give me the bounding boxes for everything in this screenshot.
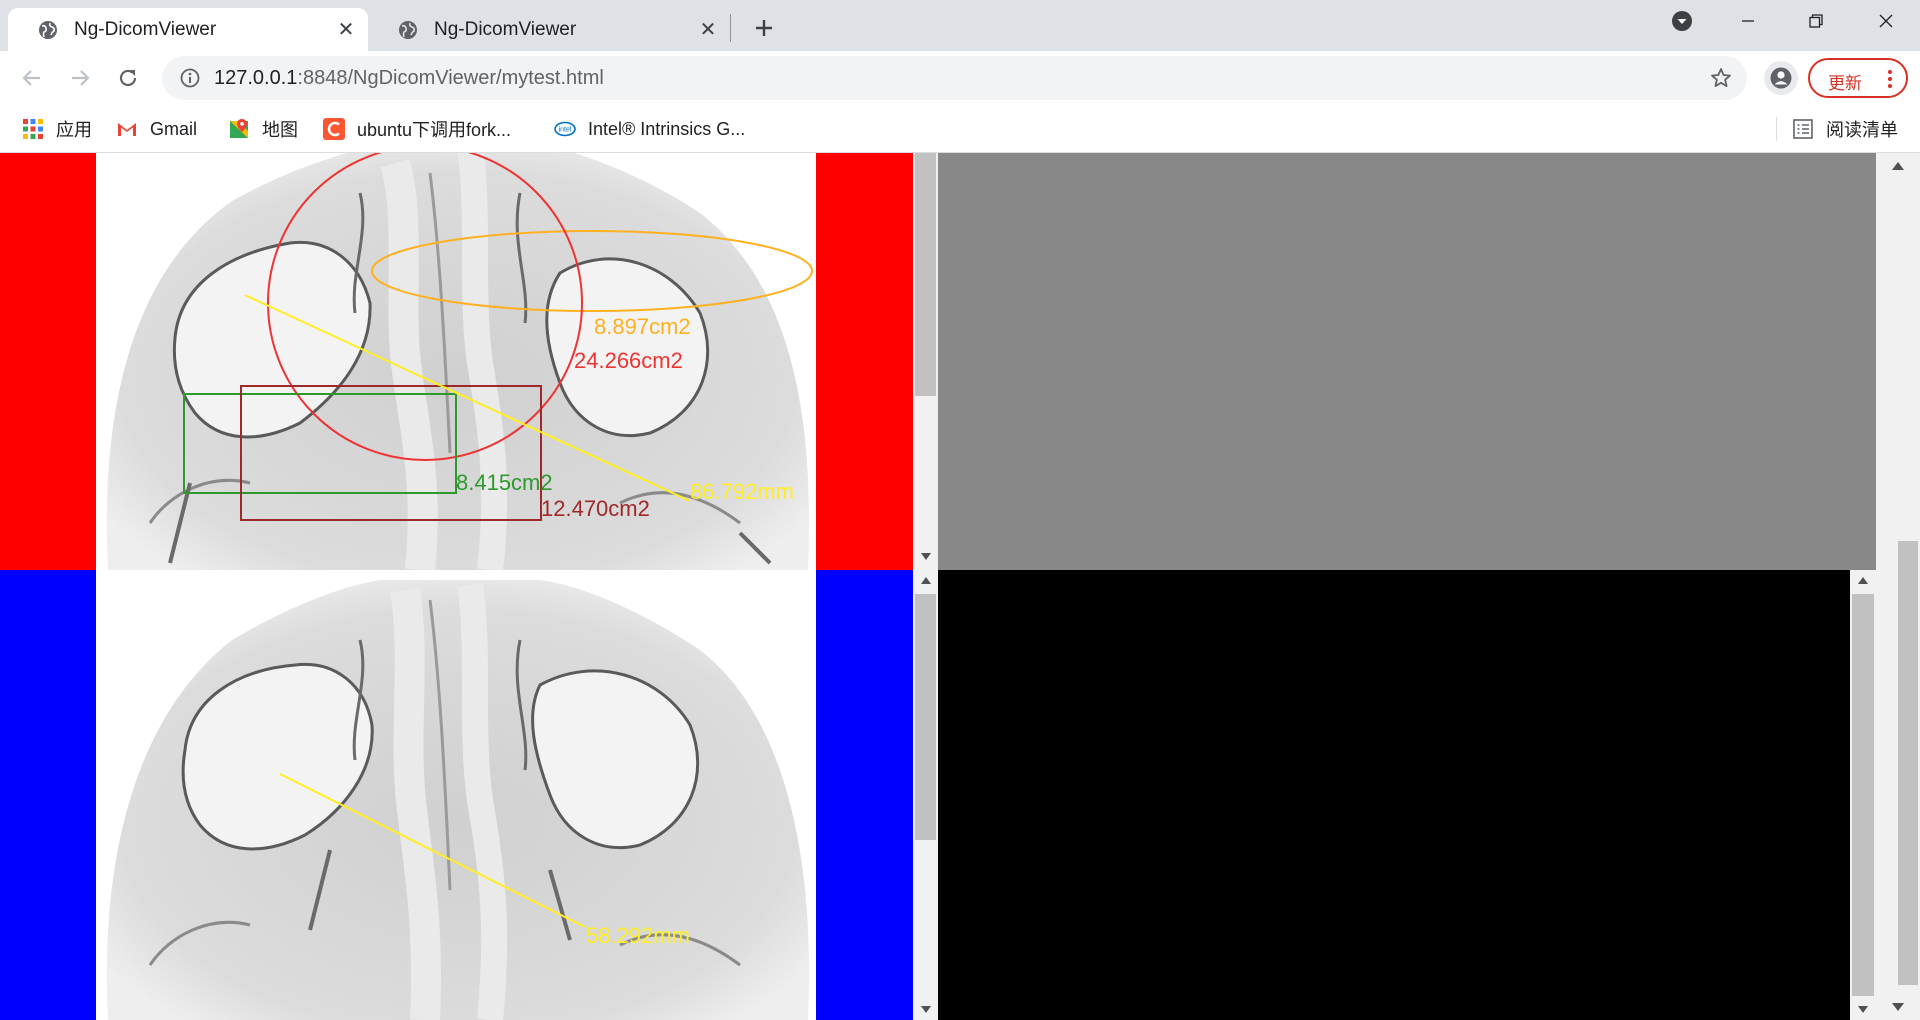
chevron-down-circle-icon (1672, 11, 1692, 31)
tab-search-button[interactable] (1648, 0, 1716, 42)
url-host: 127.0.0.1 (214, 67, 298, 89)
bookmark-gmail[interactable]: Gmail (116, 115, 197, 143)
minimize-icon (1742, 20, 1754, 22)
dicom-image-bottom[interactable] (0, 570, 913, 1020)
bookmark-label: 地图 (262, 120, 298, 140)
reading-list-label: 阅读清单 (1826, 120, 1898, 140)
triangle-up-icon (1858, 577, 1868, 584)
green-rect-area-label: 8.415cm2 (456, 470, 553, 495)
line-length-label: 86.792mm (690, 479, 794, 504)
restore-icon (1809, 14, 1823, 28)
bookmark-maps[interactable]: 地图 (228, 115, 298, 143)
scroll-down-arrow[interactable] (913, 549, 938, 565)
close-tab-icon[interactable]: ✕ (694, 16, 722, 44)
tab-title: Ng-DicomViewer (74, 18, 217, 40)
gmail-icon (118, 123, 136, 136)
url-path: :8848/NgDicomViewer/mytest.html (297, 67, 604, 89)
scroll-down-arrow[interactable] (1876, 999, 1920, 1015)
viewer-bottom-right[interactable] (938, 570, 1850, 1020)
scrollbar-bottom-left[interactable] (913, 570, 938, 1020)
intel-icon: intel (554, 121, 576, 137)
profile-button[interactable] (1764, 61, 1798, 95)
arrow-left-icon (22, 70, 40, 86)
tab-title: Ng-DicomViewer (434, 18, 577, 40)
triangle-up-icon (920, 577, 931, 584)
ellipse-area-label: 8.897cm2 (594, 314, 691, 339)
bookmark-star-icon[interactable] (1709, 66, 1733, 90)
scrollbar-thumb[interactable] (1898, 541, 1918, 985)
scrollbar-bottom-right[interactable] (1850, 570, 1876, 1020)
address-bar[interactable]: 127.0.0.1:8848/NgDicomViewer/mytest.html (162, 56, 1747, 100)
reading-list-icon (1793, 119, 1813, 139)
viewer-top-right[interactable] (938, 153, 1876, 570)
triangle-down-icon (1858, 1006, 1868, 1013)
dicom-image-top[interactable] (0, 153, 913, 570)
tab-strip: Ng-DicomViewer ✕ Ng-DicomViewer ✕ (0, 0, 1920, 51)
scroll-up-arrow[interactable] (1876, 157, 1920, 173)
update-label: 更新 (1828, 74, 1862, 93)
new-tab-button[interactable] (748, 12, 780, 44)
reload-button[interactable] (112, 62, 144, 94)
csdn-icon (323, 118, 345, 140)
reading-list-button[interactable]: 阅读清单 (1792, 115, 1898, 143)
line-length-label: 58.292mm (586, 923, 690, 948)
tab-active[interactable]: Ng-DicomViewer ✕ (8, 8, 368, 51)
avatar-icon (1770, 67, 1792, 89)
bookmark-label: 应用 (56, 120, 92, 140)
triangle-down-icon (920, 1006, 931, 1013)
bookmark-intel[interactable]: intel Intel® Intrinsics G... (554, 115, 745, 143)
reload-icon (119, 69, 137, 87)
minimize-button[interactable] (1714, 0, 1782, 42)
viewer-top-left[interactable] (0, 153, 913, 570)
bookmark-label: ubuntu下调用fork... (357, 120, 512, 140)
restore-button[interactable] (1782, 0, 1850, 42)
close-icon (1879, 14, 1893, 28)
bookmark-label: Gmail (150, 118, 198, 139)
scrollbar-thumb[interactable] (915, 153, 936, 396)
scrollbar-thumb[interactable] (915, 594, 936, 840)
back-button[interactable] (16, 62, 48, 94)
url-text[interactable]: 127.0.0.1:8848/NgDicomViewer/mytest.html (214, 67, 604, 90)
triangle-up-icon (1892, 161, 1904, 170)
apps-grid-icon (23, 119, 43, 139)
scrollbar-thumb[interactable] (1852, 594, 1874, 996)
close-window-button[interactable] (1852, 0, 1920, 42)
update-button[interactable]: 更新 (1808, 58, 1908, 98)
bookmarks-bar: 应用 Gmail 地图 ubuntu下调用fork... intel Intel… (0, 105, 1920, 153)
bookmark-apps[interactable]: 应用 (22, 115, 92, 143)
scrollbar-top-left[interactable] (913, 153, 938, 570)
red-rect-area-label: 12.470cm2 (541, 496, 650, 521)
bookmark-ubuntu[interactable]: ubuntu下调用fork... (323, 115, 511, 143)
forward-button[interactable] (64, 62, 96, 94)
scroll-down-arrow[interactable] (1850, 1002, 1876, 1018)
page-scrollbar[interactable] (1876, 153, 1920, 1020)
circle-area-label: 24.266cm2 (574, 348, 683, 373)
scroll-up-arrow[interactable] (913, 572, 938, 588)
tab-inactive[interactable]: Ng-DicomViewer ✕ (368, 8, 730, 51)
toolbar: 127.0.0.1:8848/NgDicomViewer/mytest.html… (0, 51, 1920, 105)
triangle-down-icon (1892, 1002, 1904, 1011)
plus-icon (756, 20, 772, 36)
maps-icon (230, 119, 248, 138)
scroll-down-arrow[interactable] (913, 1002, 938, 1018)
globe-icon (399, 20, 417, 39)
close-tab-icon[interactable]: ✕ (332, 16, 360, 44)
page-content: 8.897cm2 24.266cm2 8.415cm2 12.470cm2 86… (0, 153, 1920, 1020)
globe-icon (39, 20, 57, 39)
bookmark-label: Intel® Intrinsics G... (588, 118, 746, 139)
viewer-bottom-left[interactable] (0, 570, 913, 1020)
tab-separator (730, 14, 731, 42)
arrow-right-icon (72, 70, 90, 86)
bookmarks-separator (1776, 117, 1777, 141)
more-vert-icon (1888, 70, 1892, 88)
triangle-down-icon (920, 553, 931, 560)
scroll-up-arrow[interactable] (1850, 572, 1876, 588)
svg-text:intel: intel (559, 127, 572, 134)
info-icon[interactable] (180, 68, 200, 88)
